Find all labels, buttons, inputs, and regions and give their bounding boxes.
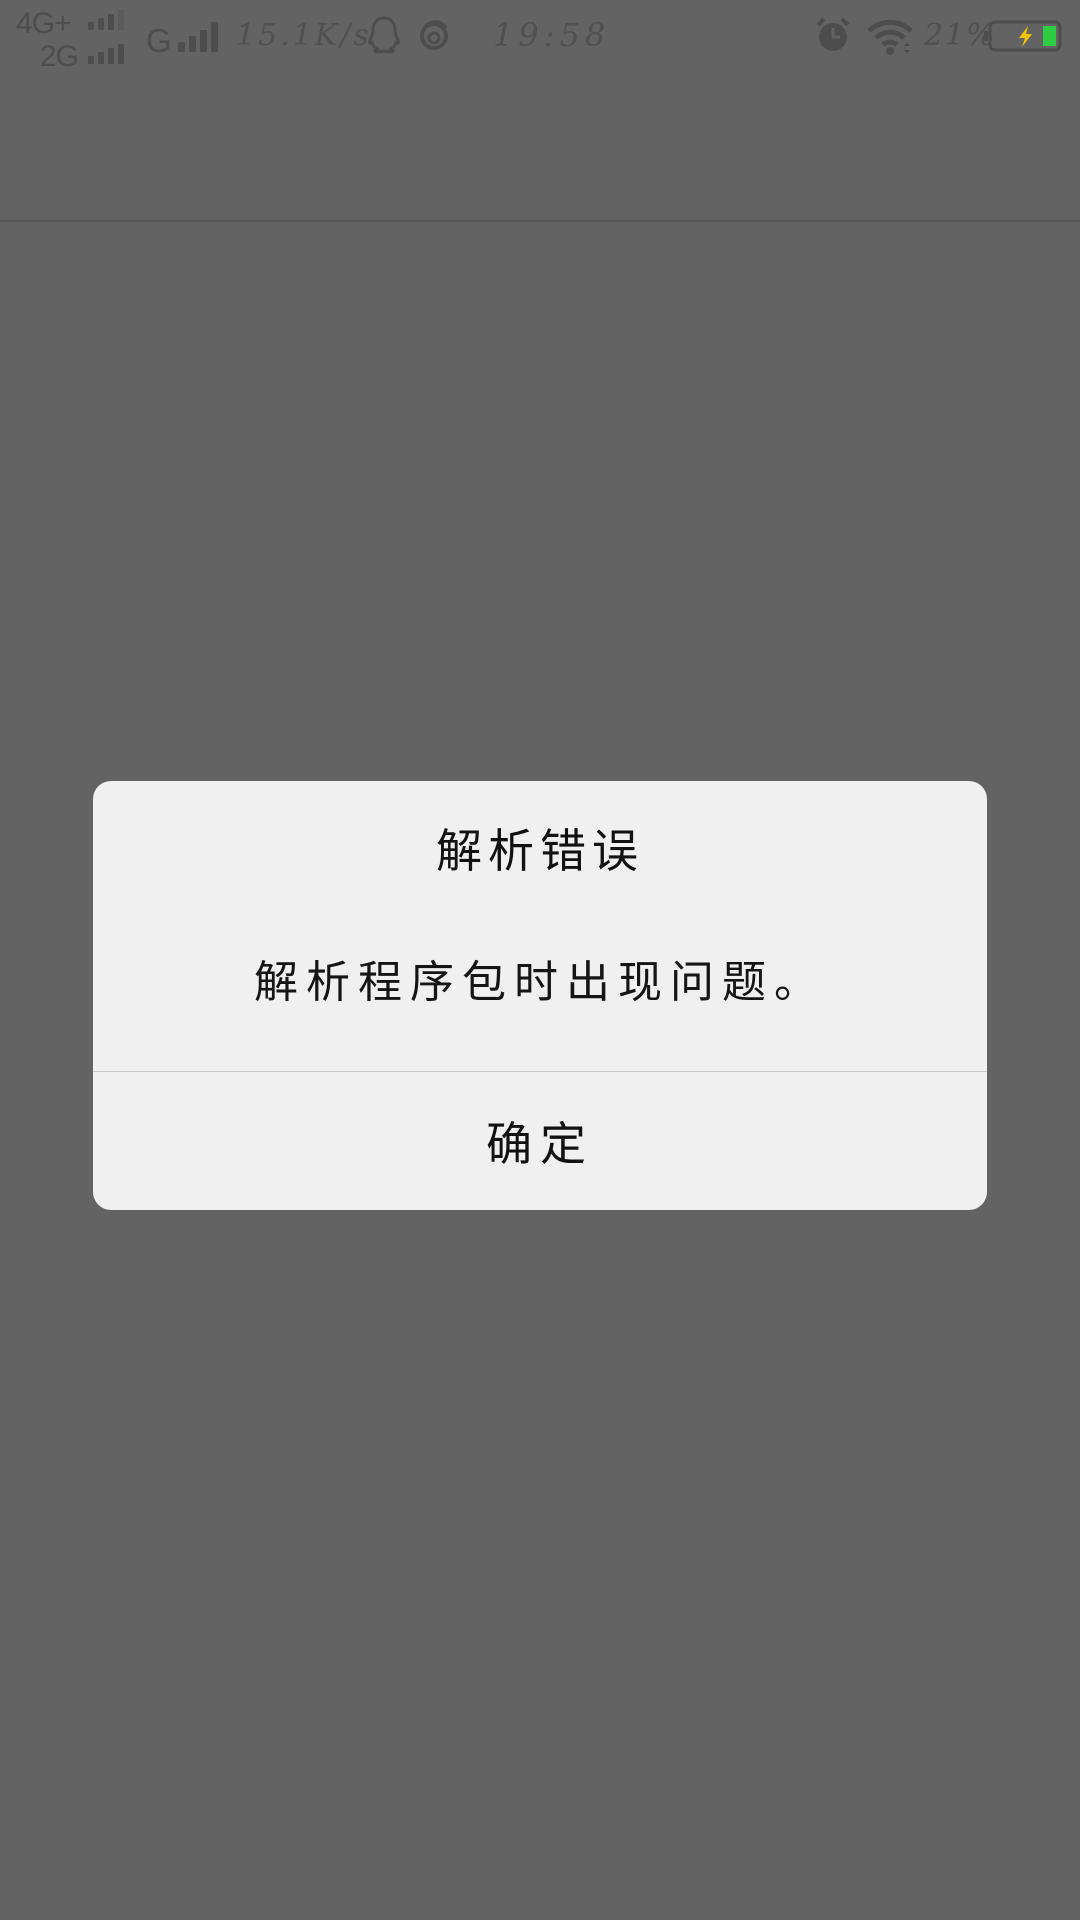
weibo-icon	[416, 18, 452, 58]
screen: 4G+ 2G G 15.1K/s 19:58 21% 解析错误 解析程序包时出现…	[0, 0, 1080, 1920]
wifi-icon	[866, 18, 914, 60]
ok-button[interactable]: 确定	[93, 1072, 987, 1210]
parse-error-dialog: 解析错误 解析程序包时出现问题。 确定	[93, 781, 987, 1210]
status-bar: 4G+ 2G G 15.1K/s 19:58 21%	[0, 0, 1080, 74]
network-speed: 15.1K/s	[236, 18, 372, 53]
signal-icon	[88, 10, 124, 30]
clock-time: 19:58	[493, 16, 611, 54]
dialog-message: 解析程序包时出现问题。	[254, 957, 826, 1008]
app-bar	[0, 74, 1080, 222]
battery-charging-icon	[984, 20, 1064, 56]
network-type-sim1: 4G+	[16, 7, 72, 40]
signal-icon	[88, 44, 124, 64]
qq-icon	[364, 14, 404, 58]
alarm-icon	[814, 16, 852, 58]
signal-icon	[178, 22, 218, 52]
network-type-sim2: 2G	[40, 40, 79, 73]
dialog-title: 解析错误	[436, 824, 644, 878]
network-type-data: G	[146, 22, 172, 59]
